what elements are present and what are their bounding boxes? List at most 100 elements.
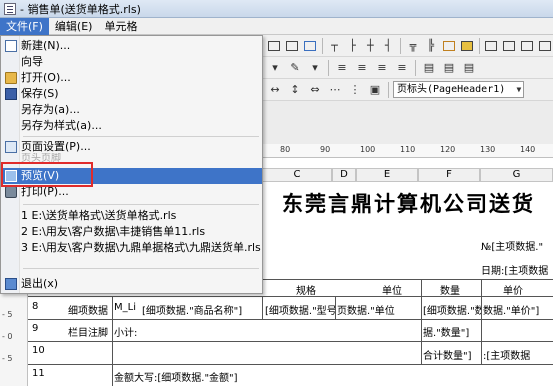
toolbar-layout: ↔ ↕ ⇔ ⋯ ⋮ ▣ 页标头(PageHeader1) [262, 79, 553, 101]
ruler-mark: 90 [320, 145, 331, 154]
align-center-icon[interactable]: ┼ [362, 37, 378, 55]
table-icon[interactable] [537, 37, 553, 55]
grid-line [262, 296, 263, 319]
header-qty[interactable]: 数量 [440, 282, 460, 297]
toolbar-format: ▾ ✎ ▾ ≡ ≡ ≡ ≡ ▤ ▤ ▤ [262, 57, 553, 79]
menu-separator [23, 204, 259, 205]
field-icon[interactable] [483, 37, 499, 55]
column-header-g[interactable]: G [480, 168, 553, 182]
header-price[interactable]: 单价 [503, 282, 523, 297]
table-cell[interactable]: 合计数量"] [423, 347, 481, 362]
bring-front-icon[interactable]: ▣ [366, 81, 384, 99]
align-left-icon[interactable]: ├ [344, 37, 360, 55]
ruler-mark: 130 [480, 145, 496, 154]
ruler-mark: 140 [520, 145, 536, 154]
row-number: 8 [32, 301, 39, 312]
space-h-icon[interactable]: ⋯ [326, 81, 344, 99]
text-align-center-icon[interactable]: ≡ [353, 59, 371, 77]
text-justify-icon[interactable]: ≡ [393, 59, 411, 77]
menu-item-wizard[interactable]: 向导 [2, 54, 262, 70]
section-select[interactable]: 页标头(PageHeader1) [393, 81, 525, 98]
valign-bottom-icon[interactable]: ▤ [460, 59, 478, 77]
valign-middle-icon[interactable]: ▤ [440, 59, 458, 77]
align-right-icon[interactable]: ┤ [380, 37, 396, 55]
table-cell[interactable]: 数据."单价"] [483, 302, 553, 317]
open-folder-icon [5, 72, 17, 84]
document-title[interactable]: 东莞言鼎计算机公司送货 [282, 188, 535, 218]
table-cell[interactable]: M_Li [114, 302, 142, 313]
save-disk-icon [5, 88, 17, 100]
grid-line [335, 296, 336, 319]
image-icon[interactable] [501, 37, 517, 55]
grid-line [28, 364, 553, 365]
dropdown-arrow-icon[interactable]: ▾ [306, 59, 324, 77]
column-header-e[interactable]: E [356, 168, 418, 182]
header-unit[interactable]: 单位 [382, 282, 402, 297]
paste-icon[interactable] [284, 37, 300, 55]
chart-icon[interactable] [519, 37, 535, 55]
table-cell[interactable]: 页数据."单位 [337, 302, 421, 317]
menu-item-label: 1 E:\送货单格式\送货单格式.rls [21, 209, 177, 222]
grid-line [421, 279, 422, 364]
border-icon[interactable] [441, 37, 457, 55]
menu-file[interactable]: 文件(F) [0, 17, 49, 35]
menu-cell[interactable]: 单元格 [98, 18, 143, 35]
column-header-c[interactable]: C [262, 168, 332, 182]
merge-icon[interactable]: ╦ [405, 37, 421, 55]
text-align-right-icon[interactable]: ≡ [373, 59, 391, 77]
window-title: - 销售单(送货单格式.rls) [20, 2, 141, 16]
valign-top-icon[interactable]: ▤ [420, 59, 438, 77]
doc-number-field[interactable]: №[主项数据." [481, 238, 553, 253]
table-cell[interactable]: [细项数据."数量"] [423, 302, 481, 317]
menu-item-recent-1[interactable]: 1 E:\送货单格式\送货单格式.rls [2, 208, 262, 224]
size-width-icon[interactable]: ↔ [266, 81, 284, 99]
fill-icon[interactable] [459, 37, 475, 55]
insert-column-icon[interactable] [302, 37, 318, 55]
menu-item-save-as[interactable]: 另存为(a)... [2, 102, 262, 118]
text-align-left-icon[interactable]: ≡ [333, 59, 351, 77]
toolbar-separator [400, 37, 401, 54]
table-cell[interactable]: [细项数据."型号"] [265, 302, 335, 317]
grid-line [481, 279, 482, 364]
header-spec[interactable]: 规格 [296, 282, 316, 297]
copy-icon[interactable] [266, 37, 282, 55]
menu-item-open[interactable]: 打开(O)... [2, 70, 262, 86]
top-ruler: 80 90 100 110 120 130 140 [262, 144, 553, 158]
menu-item-label: 打开(O)... [21, 71, 71, 84]
ruler-mark: 110 [400, 145, 416, 154]
column-header-d[interactable]: D [332, 168, 356, 182]
ruler-mark: - 5 [2, 354, 13, 363]
menu-item-label: 保存(S) [21, 87, 59, 100]
table-cell[interactable]: 金额大写:[细项数据."金额"] [114, 369, 238, 384]
row-number: 9 [32, 323, 39, 334]
menu-item-exit[interactable]: 退出(x) [2, 276, 262, 292]
page-setup-icon [5, 141, 17, 153]
left-ruler: 1 - 5 - 0 - 5 [0, 282, 28, 386]
title-bar: - 销售单(送货单格式.rls) [0, 0, 553, 18]
menu-edit[interactable]: 编辑(E) [49, 18, 99, 35]
column-header-f[interactable]: F [418, 168, 480, 182]
menu-item-label: 2 E:\用友\客户数据\丰捷销售单11.rls [21, 225, 206, 238]
space-v-icon[interactable]: ⋮ [346, 81, 364, 99]
pen-color-icon[interactable]: ✎ [286, 59, 304, 77]
menu-item-recent-2[interactable]: 2 E:\用友\客户数据\丰捷销售单11.rls [2, 224, 262, 240]
align-top-icon[interactable]: ┬ [327, 37, 343, 55]
menu-item-save[interactable]: 保存(S) [2, 86, 262, 102]
menu-item-save-as-style[interactable]: 另存为样式(a)... [2, 118, 262, 134]
grid-line [28, 341, 553, 342]
menu-item-new[interactable]: 新建(N)... [2, 38, 262, 54]
dropdown-arrow-icon[interactable]: ▾ [266, 59, 284, 77]
menu-item-recent-3[interactable]: 3 E:\用友\客户数据\九鼎单据格式\九鼎送货单.rls [2, 240, 262, 256]
size-height-icon[interactable]: ↕ [286, 81, 304, 99]
split-icon[interactable]: ╠ [423, 37, 439, 55]
menu-item-label: 页面设置(P)... [21, 140, 91, 153]
table-cell[interactable]: [细项数据."商品名称"] [142, 302, 262, 317]
size-both-icon[interactable]: ⇔ [306, 81, 324, 99]
doc-date-field[interactable]: 日期:[主项数据 [481, 262, 553, 277]
table-cell[interactable]: :[主项数据 [483, 347, 553, 362]
grid-line [28, 319, 553, 320]
row-number: 10 [32, 345, 45, 356]
table-cell[interactable]: 小计: [114, 324, 137, 339]
toolbar-standard: ┬ ├ ┼ ┤ ╦ ╠ [262, 35, 553, 57]
table-cell[interactable]: 据."数量"] [423, 324, 481, 339]
